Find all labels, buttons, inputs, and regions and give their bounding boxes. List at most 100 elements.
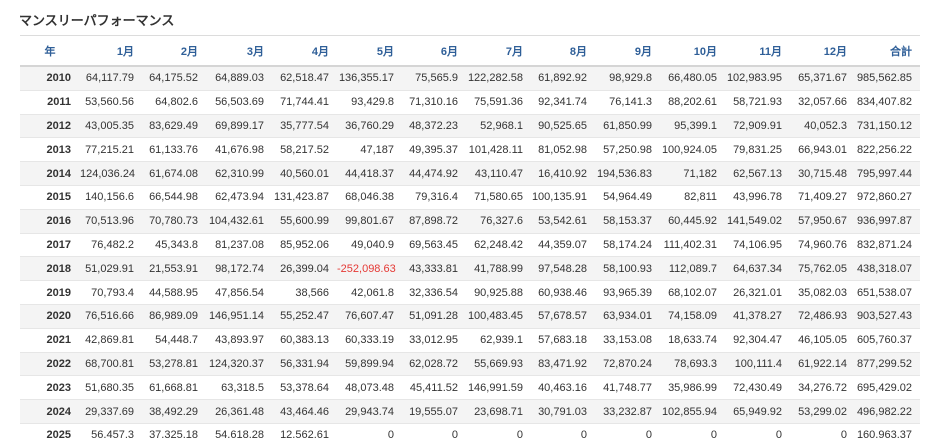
total-cell: 877,299.52 <box>855 352 920 377</box>
total-cell: 496,982.22 <box>855 399 920 424</box>
month-value-cell: 71,310.16 <box>402 90 466 115</box>
month-value-cell: 44,474.92 <box>402 161 466 186</box>
total-cell: 731,150.12 <box>855 114 920 139</box>
month-value-cell: 40,463.16 <box>531 375 595 401</box>
month-value-cell: 49,040.9 <box>337 233 402 258</box>
table-row: 2021 42,869.81 54,448.7 43,893.97 60,383.13 6… <box>20 328 920 353</box>
month-value-cell: 61,850.99 <box>595 114 660 139</box>
month-value-cell: 60,445.92 <box>660 209 725 234</box>
total-cell: 832,871.24 <box>855 233 920 258</box>
month-value-cell: 68,102.07 <box>660 280 725 305</box>
column-header-month: 10月 <box>660 35 725 67</box>
table-row: 2018 51,029.91 21,553.91 98,172.74 26,399.04… <box>20 256 920 282</box>
table-row: 2015 140,156.6 66,544.98 62,473.94 131,423.8… <box>20 185 920 210</box>
month-value-cell: 61,674.08 <box>142 161 206 186</box>
table-row: 2013 77,215.21 61,133.76 41,676.98 58,217.52… <box>20 137 920 163</box>
month-value-cell: 100,111.4 <box>725 352 790 377</box>
month-value-cell: 57,678.57 <box>531 304 595 329</box>
month-value-cell: 70,793.4 <box>80 280 142 305</box>
month-value-cell: 63,934.01 <box>595 304 660 329</box>
month-value-cell: 65,371.67 <box>790 66 855 91</box>
column-header-month: 5月 <box>337 35 402 67</box>
column-header-month: 11月 <box>725 35 790 67</box>
column-header-month: 9月 <box>595 35 660 67</box>
month-value-cell: 64,637.34 <box>725 256 790 282</box>
month-value-cell: 78,693.3 <box>660 352 725 377</box>
month-value-cell: 86,989.09 <box>142 304 206 329</box>
month-value-cell: 99,801.67 <box>337 209 402 234</box>
month-value-cell: 49,395.37 <box>402 137 466 163</box>
month-value-cell: 146,991.59 <box>466 375 531 401</box>
month-value-cell: 72,486.93 <box>790 304 855 329</box>
month-value-cell: 64,117.79 <box>80 66 142 91</box>
month-value-cell: 79,316.4 <box>402 185 466 210</box>
month-value-cell: 16,410.92 <box>531 161 595 186</box>
month-value-cell: 79,831.25 <box>725 137 790 163</box>
month-value-cell: 29,337.69 <box>80 399 142 424</box>
month-value-cell: 44,588.95 <box>142 280 206 305</box>
total-cell: 438,318.07 <box>855 256 920 282</box>
year-cell: 2021 <box>20 328 80 353</box>
month-value-cell: 58,100.93 <box>595 256 660 282</box>
month-value-cell: 66,544.98 <box>142 185 206 210</box>
month-value-cell: 23,698.71 <box>466 399 531 424</box>
month-value-cell: 76,327.6 <box>466 209 531 234</box>
month-value-cell: 0 <box>337 423 402 438</box>
year-cell: 2019 <box>20 280 80 305</box>
month-value-cell: 41,378.27 <box>725 304 790 329</box>
table-body: 2010 64,117.79 64,175.52 64,889.03 62,518.47… <box>20 66 920 438</box>
total-cell: 903,527.43 <box>855 304 920 329</box>
year-cell: 2018 <box>20 256 80 282</box>
column-header-month: 3月 <box>206 35 272 67</box>
total-cell: 972,860.27 <box>855 185 920 210</box>
month-value-cell: 58,217.52 <box>272 137 337 163</box>
month-value-cell: 43,005.35 <box>80 114 142 139</box>
table-row: 2022 68,700.81 53,278.81 124,320.37 56,331.9… <box>20 352 920 377</box>
monthly-performance-panel: マンスリーパフォーマンス 年 1月 2月 3月 4月 5月 6月 7月 8月 9月 10月 11月 12… <box>0 0 932 438</box>
month-value-cell: 40,052.3 <box>790 114 855 139</box>
month-value-cell: 41,788.99 <box>466 256 531 282</box>
month-value-cell: 74,158.09 <box>660 304 725 329</box>
month-value-cell: 75,762.05 <box>790 256 855 282</box>
month-value-cell: 53,560.56 <box>80 90 142 115</box>
year-cell: 2016 <box>20 209 80 234</box>
month-value-cell: 0 <box>725 423 790 438</box>
month-value-cell: 35,986.99 <box>660 375 725 401</box>
month-value-cell: 102,855.94 <box>660 399 725 424</box>
month-value-cell: 97,548.28 <box>531 256 595 282</box>
month-value-cell: 90,925.88 <box>466 280 531 305</box>
year-cell: 2015 <box>20 185 80 210</box>
month-value-cell: 82,811 <box>660 185 725 210</box>
month-value-cell: 62,248.42 <box>466 233 531 258</box>
column-header-month: 4月 <box>272 35 337 67</box>
month-value-cell: 61,922.14 <box>790 352 855 377</box>
month-value-cell: 18,633.74 <box>660 328 725 353</box>
month-value-cell: 62,028.72 <box>402 352 466 377</box>
month-value-cell: 30,791.03 <box>531 399 595 424</box>
month-value-cell: 57,950.67 <box>790 209 855 234</box>
month-value-cell: 71,409.27 <box>790 185 855 210</box>
month-value-cell: 55,669.93 <box>466 352 531 377</box>
month-value-cell: 54,618.28 <box>206 423 272 438</box>
month-value-cell: 72,870.24 <box>595 352 660 377</box>
year-cell: 2023 <box>20 375 80 401</box>
month-value-cell: 64,802.6 <box>142 90 206 115</box>
table-row: 2011 53,560.56 64,802.6 56,503.69 71,744.41 9… <box>20 90 920 115</box>
month-value-cell: 68,700.81 <box>80 352 142 377</box>
month-value-cell: 43,996.78 <box>725 185 790 210</box>
table-row: 2012 43,005.35 83,629.49 69,899.17 35,777.54… <box>20 114 920 139</box>
month-value-cell: 62,939.1 <box>466 328 531 353</box>
month-value-cell: 93,965.39 <box>595 280 660 305</box>
year-cell: 2010 <box>20 66 80 91</box>
month-value-cell: 45,343.8 <box>142 233 206 258</box>
table-row: 2010 64,117.79 64,175.52 64,889.03 62,518.47… <box>20 66 920 91</box>
month-value-cell: 47,856.54 <box>206 280 272 305</box>
month-value-cell: 51,029.91 <box>80 256 142 282</box>
month-value-cell: 64,889.03 <box>206 66 272 91</box>
month-value-cell: 19,555.07 <box>402 399 466 424</box>
month-value-cell: 66,943.01 <box>790 137 855 163</box>
month-value-cell: 56,331.94 <box>272 352 337 377</box>
month-value-cell: 60,938.46 <box>531 280 595 305</box>
year-cell: 2020 <box>20 304 80 329</box>
month-value-cell: 42,061.8 <box>337 280 402 305</box>
